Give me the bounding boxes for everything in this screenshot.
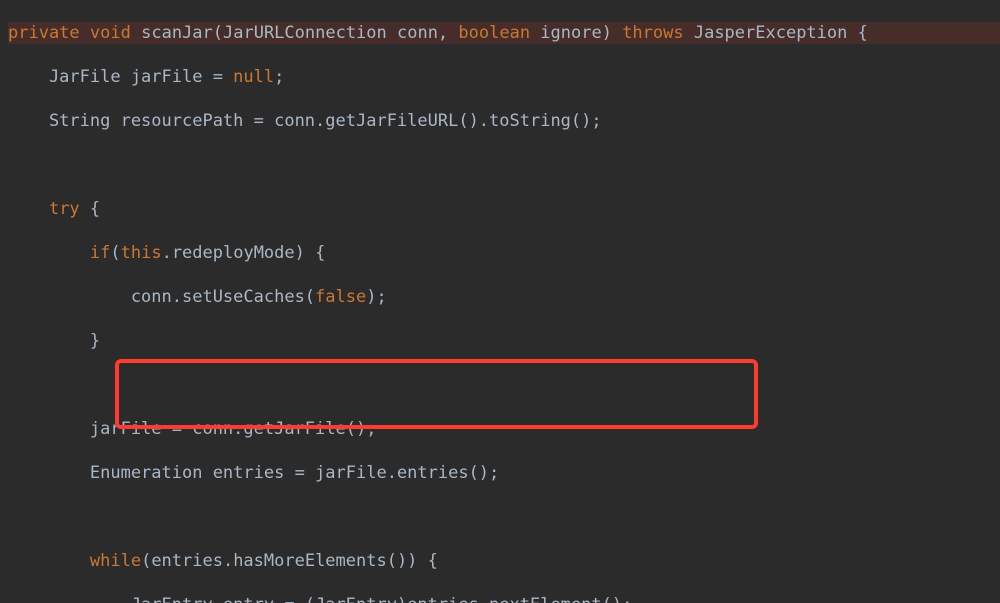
code-text — [8, 551, 90, 571]
code-text: ; — [274, 67, 284, 87]
code-line: while(entries.hasMoreElements()) { — [8, 550, 1000, 572]
keyword-boolean: boolean — [458, 23, 530, 43]
code-line: JarEntry entry = (JarEntry)entries.nextE… — [8, 594, 1000, 603]
code-line: jarFile = conn.getJarFile(); — [8, 418, 1000, 440]
keyword-if: if — [90, 243, 110, 263]
code-text: } — [8, 331, 100, 351]
code-line: private void scanJar(JarURLConnection co… — [8, 22, 1000, 44]
code-text: .redeployMode) { — [162, 243, 326, 263]
code-text: ignore) — [530, 23, 622, 43]
code-line — [8, 374, 1000, 396]
keyword-while: while — [90, 551, 141, 571]
code-line: JarFile jarFile = null; — [8, 66, 1000, 88]
keyword-void: void — [90, 23, 131, 43]
code-text: String resourcePath = conn.getJarFileURL… — [8, 111, 602, 131]
code-line — [8, 506, 1000, 528]
code-text: ( — [110, 243, 120, 263]
code-text — [8, 199, 49, 219]
keyword-private: private — [8, 23, 80, 43]
code-text: JarFile jarFile = — [8, 67, 233, 87]
code-text: Enumeration entries = jarFile.entries(); — [8, 463, 499, 483]
code-text: conn.setUseCaches( — [8, 287, 315, 307]
keyword-this: this — [121, 243, 162, 263]
code-line — [8, 154, 1000, 176]
code-text: { — [80, 199, 100, 219]
code-text: (entries.hasMoreElements()) { — [141, 551, 438, 571]
code-line: try { — [8, 198, 1000, 220]
code-text: (JarURLConnection conn, — [213, 23, 459, 43]
code-line: conn.setUseCaches(false); — [8, 286, 1000, 308]
code-line: } — [8, 330, 1000, 352]
keyword-throws: throws — [622, 23, 683, 43]
identifier: scanJar — [141, 23, 213, 43]
keyword-null: null — [233, 67, 274, 87]
code-editor[interactable]: private void scanJar(JarURLConnection co… — [0, 0, 1000, 603]
keyword-try: try — [49, 199, 80, 219]
code-text: JarEntry entry = (JarEntry)entries.nextE… — [8, 595, 632, 603]
code-text: JasperException { — [684, 23, 868, 43]
code-text — [8, 243, 90, 263]
keyword-false: false — [315, 287, 366, 307]
code-line: if(this.redeployMode) { — [8, 242, 1000, 264]
code-line: String resourcePath = conn.getJarFileURL… — [8, 110, 1000, 132]
code-line: Enumeration entries = jarFile.entries(); — [8, 462, 1000, 484]
code-text: jarFile = conn.getJarFile(); — [8, 419, 376, 439]
code-text: ); — [366, 287, 386, 307]
